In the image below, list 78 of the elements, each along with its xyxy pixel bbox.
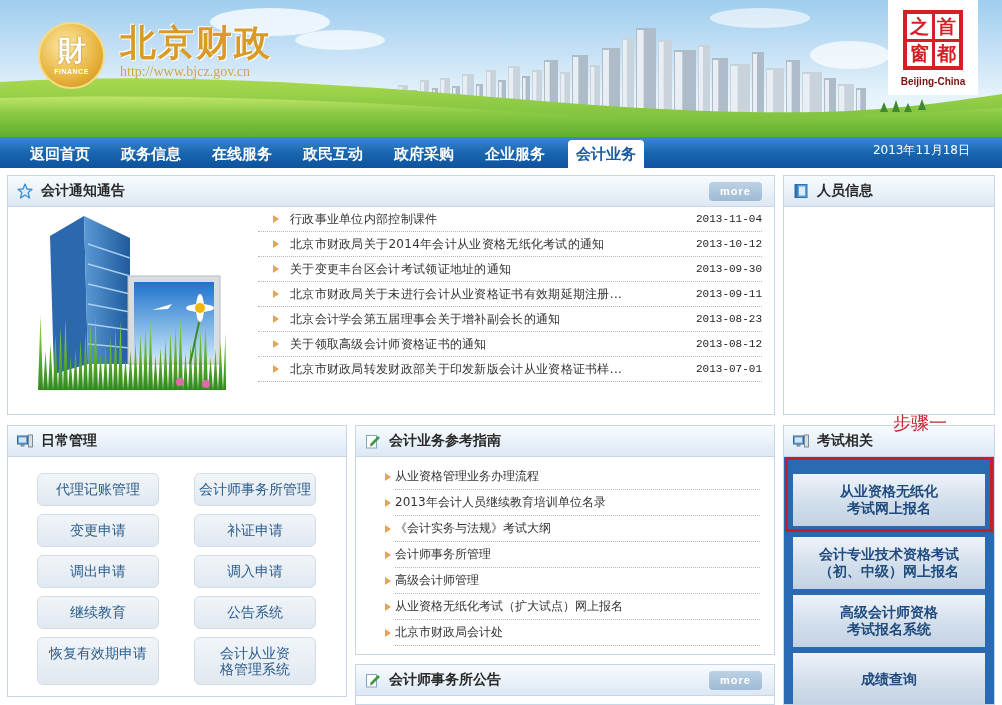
notice-link[interactable]: 关于变更丰台区会计考试领证地址的通知	[290, 260, 512, 278]
emblem-glyph: 財	[57, 35, 86, 66]
nav-tab[interactable]: 返回首页	[22, 140, 98, 168]
daily-button[interactable]: 公告系统	[194, 596, 316, 629]
notice-date: 2013-08-12	[696, 338, 762, 350]
site-title: 北京财政	[120, 21, 272, 63]
exam-button[interactable]: 从业资格无纸化考试网上报名	[793, 474, 985, 526]
guide-link[interactable]: 高级会计师管理	[395, 572, 479, 589]
triangle-bullet-icon	[385, 499, 391, 507]
stamp-character: 窗	[907, 41, 932, 66]
guide-link[interactable]: 《会计实务与法规》考试大纲	[395, 520, 551, 537]
panel-title: 日常管理	[41, 432, 97, 450]
triangle-bullet-icon	[273, 315, 279, 323]
notice-date: 2013-07-01	[696, 363, 762, 375]
daily-button[interactable]: 调出申请	[37, 555, 159, 588]
triangle-bullet-icon	[385, 577, 391, 585]
panel-title: 会计通知通告	[41, 182, 125, 200]
notice-date: 2013-09-11	[696, 288, 762, 300]
portal-caption: Beijing-China	[900, 76, 966, 87]
pencil-paper-icon	[365, 433, 381, 449]
step-annotation: 步骤一	[893, 413, 947, 433]
notice-date: 2013-08-23	[696, 313, 762, 325]
header-date: 2013年11月18日	[872, 142, 971, 159]
panel-title: 人员信息	[817, 182, 873, 200]
notice-date: 2013-10-12	[696, 238, 762, 250]
triangle-bullet-icon	[385, 551, 391, 559]
notice-date: 2013-09-30	[696, 263, 762, 275]
daily-button[interactable]: 继续教育	[37, 596, 159, 629]
notice-link[interactable]: 北京市财政局转发财政部关于印发新版会计从业资格证书样...	[290, 360, 623, 378]
nav-tab[interactable]: 政民互动	[295, 140, 371, 168]
triangle-bullet-icon	[385, 525, 391, 533]
guide-link[interactable]: 北京市财政局会计处	[395, 624, 503, 641]
nav-tab[interactable]: 政务信息	[113, 140, 189, 168]
panel-title: 考试相关	[817, 432, 873, 450]
pencil-paper-icon	[365, 672, 381, 688]
nav-tab[interactable]: 会计业务	[568, 140, 644, 168]
notice-link[interactable]: 关于领取高级会计师资格证书的通知	[290, 335, 487, 353]
notice-link[interactable]: 北京市财政局关于2014年会计从业资格无纸化考试的通知	[290, 235, 605, 253]
site-url: http://www.bjcz.gov.cn	[120, 63, 250, 80]
notebook-icon	[793, 183, 809, 199]
panel-title: 会计业务参考指南	[389, 432, 501, 450]
nav-tab[interactable]: 政府采购	[386, 140, 462, 168]
exam-button[interactable]: 高级会计师资格考试报名系统	[793, 595, 985, 647]
nav-tab[interactable]: 在线服务	[204, 140, 280, 168]
triangle-bullet-icon	[273, 365, 279, 373]
guide-link[interactable]: 会计师事务所管理	[395, 546, 491, 563]
daily-button[interactable]: 会计师事务所管理	[194, 473, 316, 506]
stamp-character: 首	[934, 14, 959, 39]
notice-link[interactable]: 行政事业单位内部控制课件	[290, 210, 438, 228]
notice-date: 2013-11-04	[696, 213, 762, 225]
exam-button[interactable]: 成绩查询	[793, 653, 985, 704]
daily-button[interactable]: 补证申请	[194, 514, 316, 547]
daily-button[interactable]: 恢复有效期申请	[37, 637, 159, 685]
nav-tab[interactable]: 企业服务	[477, 140, 553, 168]
stamp-character: 都	[934, 41, 959, 66]
daily-button[interactable]: 变更申请	[37, 514, 159, 547]
stamp-character: 之	[907, 14, 932, 39]
guide-link[interactable]: 2013年会计人员继续教育培训单位名录	[395, 494, 606, 511]
computer-icon	[17, 433, 33, 449]
exam-button[interactable]: 会计专业技术资格考试（初、中级）网上报名	[793, 537, 985, 589]
daily-button[interactable]: 代理记账管理	[37, 473, 159, 506]
notice-link[interactable]: 北京会计学会第五届理事会关于增补副会长的通知	[290, 310, 561, 328]
star-icon	[17, 183, 33, 199]
triangle-bullet-icon	[273, 240, 279, 248]
triangle-bullet-icon	[273, 265, 279, 273]
panel-title: 会计师事务所公告	[389, 671, 501, 689]
computer-icon	[793, 433, 809, 449]
triangle-bullet-icon	[273, 215, 279, 223]
guide-link[interactable]: 从业资格管理业务办理流程	[395, 468, 539, 485]
daily-button[interactable]: 会计从业资格管理系统	[194, 637, 316, 685]
triangle-bullet-icon	[273, 340, 279, 348]
triangle-bullet-icon	[385, 473, 391, 481]
daily-button[interactable]: 调入申请	[194, 555, 316, 588]
triangle-bullet-icon	[385, 603, 391, 611]
notice-link[interactable]: 北京市财政局关于未进行会计从业资格证书有效期延期注册...	[290, 285, 623, 303]
guide-link[interactable]: 从业资格无纸化考试（扩大试点）网上报名	[395, 598, 623, 615]
triangle-bullet-icon	[385, 629, 391, 637]
triangle-bullet-icon	[273, 290, 279, 298]
